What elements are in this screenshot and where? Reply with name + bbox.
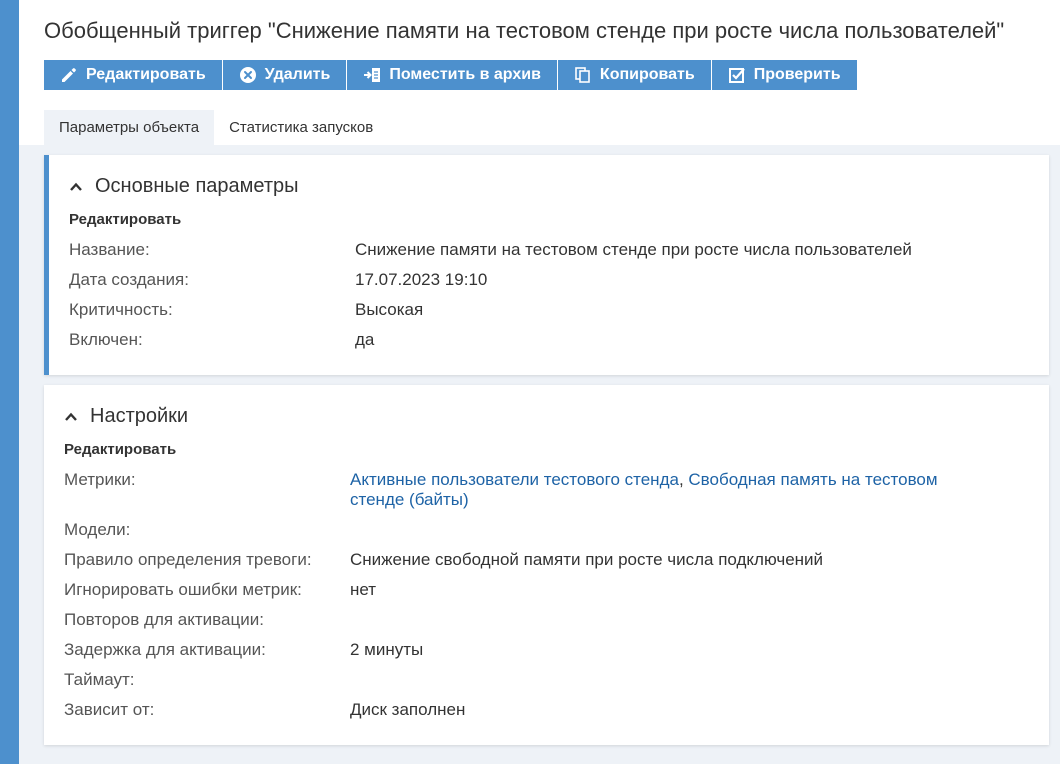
tab-run-statistics[interactable]: Статистика запусков bbox=[214, 110, 388, 145]
copy-button[interactable]: Копировать bbox=[557, 60, 711, 90]
page-title: Обобщенный триггер "Снижение памяти на т… bbox=[44, 18, 1005, 43]
settings-header[interactable]: Настройки bbox=[64, 405, 188, 428]
archive-icon bbox=[364, 68, 381, 82]
basic-parameters-header[interactable]: Основные параметры bbox=[69, 175, 299, 198]
archive-button-label: Поместить в архив bbox=[389, 66, 541, 83]
circle-x-icon bbox=[239, 67, 256, 83]
edit-button-label: Редактировать bbox=[86, 66, 206, 83]
settings-title: Настройки bbox=[90, 405, 189, 427]
param-label: Правило определения тревоги: bbox=[64, 550, 312, 569]
basic-parameters-title: Основные параметры bbox=[95, 175, 299, 197]
param-label: Модели: bbox=[64, 520, 131, 539]
param-label: Задержка для активации: bbox=[64, 640, 266, 659]
metric-link[interactable]: Активные пользователи тестового стенда bbox=[350, 470, 679, 489]
param-value: нет bbox=[350, 580, 377, 599]
left-accent-bar bbox=[0, 0, 19, 764]
settings-panel: Настройки Редактировать Метрики: Активны… bbox=[44, 385, 1049, 745]
header: Обобщенный триггер "Снижение памяти на т… bbox=[19, 0, 1060, 145]
param-label: Название: bbox=[69, 240, 150, 259]
metrics-separator: , bbox=[678, 470, 689, 489]
settings-row-metrics: Метрики: Активные пользователи тестового… bbox=[64, 470, 1024, 512]
chevron-up-icon bbox=[65, 412, 77, 421]
param-value: Высокая bbox=[355, 300, 424, 319]
chevron-up-icon bbox=[70, 182, 82, 191]
param-value: Снижение памяти на тестовом стенде при р… bbox=[355, 240, 912, 259]
param-label: Критичность: bbox=[69, 300, 173, 319]
tab-object-parameters[interactable]: Параметры объекта bbox=[44, 110, 215, 145]
archive-button[interactable]: Поместить в архив bbox=[347, 60, 557, 90]
alarm-rule-link[interactable]: Снижение свободной памяти при росте числ… bbox=[350, 550, 823, 570]
param-value: Активные пользователи тестового стенда, … bbox=[350, 470, 990, 510]
copy-button-label: Копировать bbox=[599, 66, 695, 83]
edit-button[interactable]: Редактировать bbox=[44, 60, 222, 90]
param-label: Таймаут: bbox=[64, 670, 135, 689]
basic-edit-link[interactable]: Редактировать bbox=[69, 211, 181, 228]
checkbox-icon bbox=[728, 68, 745, 83]
copy-icon bbox=[575, 67, 590, 83]
check-button[interactable]: Проверить bbox=[711, 60, 857, 90]
depends-on-link[interactable]: Диск заполнен bbox=[350, 700, 465, 720]
param-label: Включен: bbox=[69, 330, 143, 349]
param-label: Зависит от: bbox=[64, 700, 155, 719]
param-value: 17.07.2023 19:10 bbox=[355, 270, 488, 289]
param-label: Повторов для активации: bbox=[64, 610, 264, 629]
param-label: Метрики: bbox=[64, 470, 136, 489]
param-value: 2 минуты bbox=[350, 640, 424, 659]
toolbar: Редактировать Удалить Поместить в архив … bbox=[44, 60, 857, 90]
tab-bar: Параметры объекта Статистика запусков bbox=[44, 110, 388, 145]
check-button-label: Проверить bbox=[753, 66, 841, 83]
delete-button-label: Удалить bbox=[264, 66, 331, 83]
basic-parameters-panel: Основные параметры Редактировать Названи… bbox=[44, 155, 1049, 375]
delete-button[interactable]: Удалить bbox=[222, 60, 347, 90]
pencil-icon bbox=[62, 68, 76, 82]
settings-edit-link[interactable]: Редактировать bbox=[64, 441, 176, 458]
content-area: Основные параметры Редактировать Названи… bbox=[19, 145, 1060, 764]
param-label: Дата создания: bbox=[69, 270, 189, 289]
param-label: Игнорировать ошибки метрик: bbox=[64, 580, 302, 599]
param-value: да bbox=[355, 330, 375, 349]
